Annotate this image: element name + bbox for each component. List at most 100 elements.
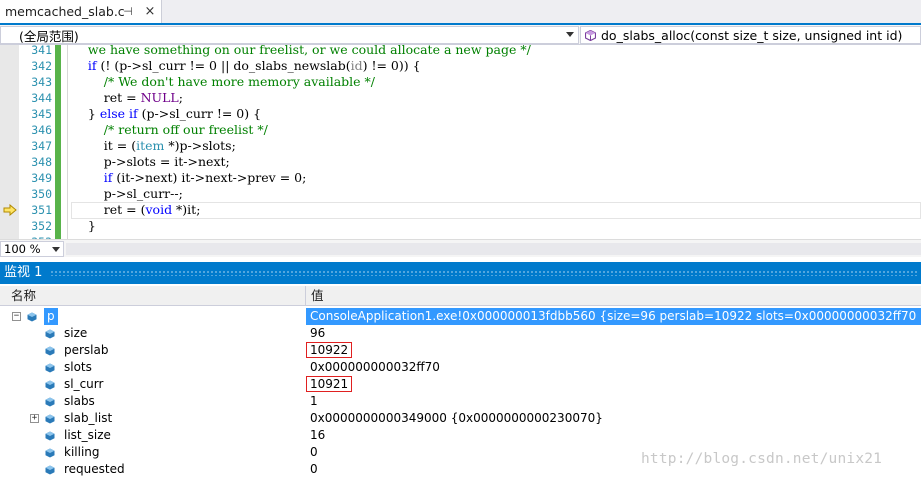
watch-value: 0 [310,462,318,476]
horizontal-scrollbar[interactable] [66,243,921,255]
zoom-level: 100 % [4,242,41,256]
code-line[interactable]: ret = NULL; [72,90,183,106]
watch-value-cell[interactable]: 1 [306,393,921,410]
close-icon[interactable]: × [143,3,157,19]
variable-field-icon [27,312,37,322]
collapse-icon[interactable]: − [12,312,21,321]
watch-variable-name: list_size [64,428,111,442]
watch-value: 0x0000000000349000 {0x0000000000230070} [310,411,603,425]
watch-value-cell[interactable]: 10921 [306,376,921,393]
function-dropdown[interactable]: do_slabs_alloc(const size_t size, unsign… [580,26,921,44]
watch-value-cell[interactable]: 10922 [306,342,921,359]
watch-variable-name: p [44,308,58,325]
watch-name-cell[interactable]: requested [0,461,306,478]
line-number: 345 [31,107,52,121]
watch-name-cell[interactable]: slots [0,359,306,376]
code-line[interactable]: p->slots = it->next; [72,154,230,170]
expand-icon[interactable]: + [30,414,39,423]
watch-row[interactable]: perslab 10922 [0,342,921,359]
code-line[interactable]: /* return off our freelist */ [72,122,268,138]
code-token: ret = ( [72,202,146,217]
watch-value: ConsoleApplication1.exe!0x000000013fdbb5… [310,309,921,323]
outlining-guide [67,45,68,239]
comment-token: /* return off our freelist */ [103,122,268,137]
code-line[interactable]: ret = (void *)it; [72,202,201,218]
code-token: p->sl_curr--; [72,186,183,201]
watch-value-cell[interactable]: 0x0000000000349000 {0x0000000000230070} [306,410,921,427]
watch-row[interactable]: sl_curr 10921 [0,376,921,393]
tab-file-name: memcached_slab.c [5,4,125,19]
variable-field-icon [45,329,55,339]
watch-name-cell[interactable]: − p [0,308,306,325]
watch-row[interactable]: + slab_list 0x0000000000349000 {0x00000000… [0,410,921,427]
code-line[interactable]: it = (item *)p->slots; [72,138,236,154]
variable-field-icon [45,448,55,458]
code-token: } [72,106,100,121]
code-token: *)it; [172,202,201,217]
code-editor[interactable]: 341342343344345346347348349350351352353 … [0,45,921,239]
variable-field-icon [45,414,55,424]
code-line[interactable]: p->sl_curr--; [72,186,183,202]
title-grip [50,270,917,276]
code-line[interactable]: } else if (p->sl_curr != 0) { [72,106,261,122]
column-header-name[interactable]: 名称 [0,286,306,306]
watch-window-title: 监视 1 [4,265,51,280]
watch-value: 1 [310,394,318,408]
pin-icon[interactable]: ⊣ [122,4,134,18]
variable-field-icon [45,397,55,407]
navigation-bar: (全局范围) do_slabs_alloc(const size_t size,… [0,25,921,45]
watch-row[interactable]: slots 0x000000000032ff70 [0,359,921,376]
comment-token: /* We don't have more memory available *… [103,74,375,89]
watch-row[interactable]: list_size 16 [0,427,921,444]
watch-value-cell[interactable]: 16 [306,427,921,444]
function-dropdown-value: do_slabs_alloc(const size_t size, unsign… [601,27,903,43]
parameter-token: id [350,58,363,73]
chevron-down-icon [52,247,60,252]
editor-bottom-bar: 100 % [0,239,921,257]
watch-variable-name: perslab [64,343,109,357]
watch-variable-name: killing [64,445,100,459]
code-token: (! (p->sl_curr != 0 || do_slabs_newslab( [96,58,351,73]
watch-row[interactable]: slabs 1 [0,393,921,410]
document-tab[interactable]: memcached_slab.c ⊣ × [0,0,162,23]
watch-name-cell[interactable]: perslab [0,342,306,359]
line-number-gutter: 341342343344345346347348349350351352353 [19,45,55,239]
watch-variable-name: requested [64,462,125,476]
code-line[interactable]: we have something on our freelist, or we… [72,45,531,58]
execution-pointer-icon [3,204,17,216]
watch-value-cell[interactable]: 96 [306,325,921,342]
watch-name-cell[interactable]: killing [0,444,306,461]
watermark: http://blog.csdn.net/unix21 [641,451,883,467]
line-number: 348 [31,155,52,169]
code-line[interactable]: if (! (p->sl_curr != 0 || do_slabs_newsl… [72,58,421,74]
code-line[interactable]: } [72,218,96,234]
watch-value-cell[interactable]: 0x000000000032ff70 [306,359,921,376]
keyword-token: else if [99,106,138,121]
method-cube-icon [585,30,596,41]
watch-variable-name: slots [64,360,92,374]
watch-name-cell[interactable]: slabs [0,393,306,410]
line-number: 343 [31,75,52,89]
watch-row[interactable]: − p ConsoleApplication1.exe!0x000000013fdb… [0,308,921,325]
code-line[interactable]: /* We don't have more memory available *… [72,74,375,90]
watch-value: 0x000000000032ff70 [310,360,440,374]
highlighted-watch-value: 10921 [306,376,353,392]
zoom-dropdown[interactable]: 100 % [0,241,64,257]
watch-name-cell[interactable]: sl_curr [0,376,306,393]
scope-dropdown[interactable]: (全局范围) [0,26,579,44]
watch-name-cell[interactable]: + slab_list [0,410,306,427]
watch-value-cell[interactable]: ConsoleApplication1.exe!0x000000013fdbb5… [306,308,921,325]
watch-name-cell[interactable]: list_size [0,427,306,444]
watch-row[interactable]: size 96 [0,325,921,342]
variable-field-icon [45,431,55,441]
keyword-token: void [145,202,173,217]
line-number: 350 [31,187,52,201]
watch-name-cell[interactable]: size [0,325,306,342]
code-line[interactable]: if (it->next) it->next->prev = 0; [72,170,307,186]
line-number: 342 [31,59,52,73]
watch-value: 0 [310,445,318,459]
change-tracking-bar [55,45,61,239]
column-header-value[interactable]: 值 [306,286,921,306]
watch-window-title-bar[interactable]: 监视 1 [0,262,921,284]
